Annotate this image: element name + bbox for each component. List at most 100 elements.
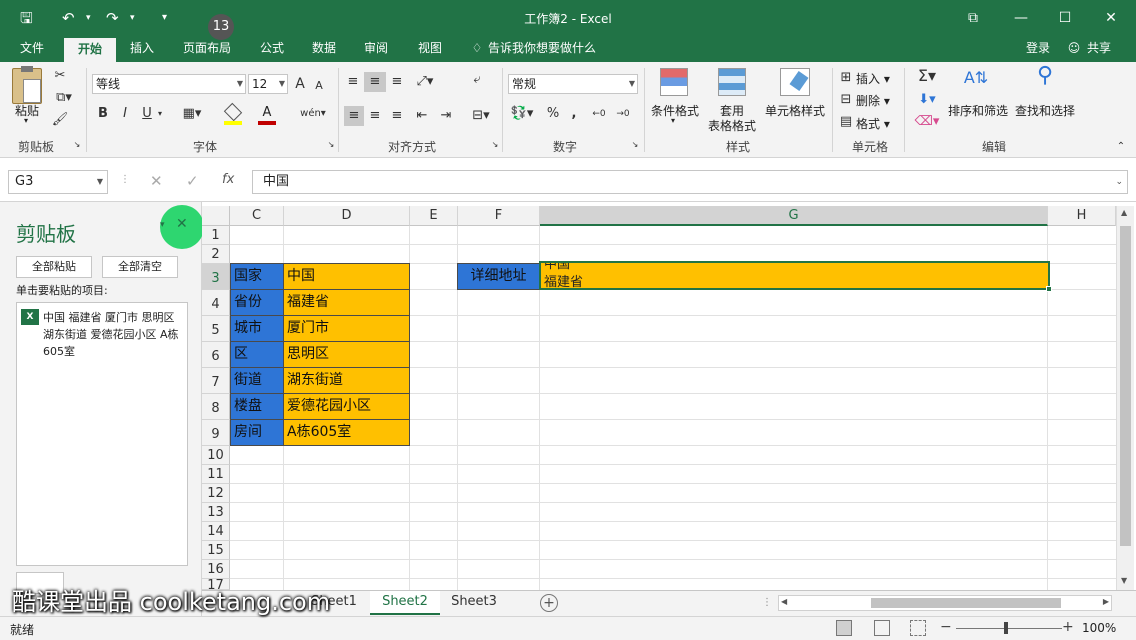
delete-cells-button[interactable]: 删除 ▾: [856, 92, 900, 109]
sheet-tab-sheet2[interactable]: Sheet2: [370, 591, 440, 615]
copy-icon[interactable]: ⧉▾: [50, 88, 78, 108]
paste-icon[interactable]: [12, 66, 42, 104]
font-color-icon[interactable]: A: [258, 106, 276, 125]
fill-icon[interactable]: ⬇▾: [912, 90, 942, 110]
cell-c6[interactable]: 区: [230, 341, 284, 368]
zoom-slider-thumb[interactable]: [1004, 622, 1008, 634]
number-launcher-icon[interactable]: ↘: [630, 140, 640, 150]
decrease-decimal-icon[interactable]: →0: [612, 104, 634, 124]
worksheet-grid[interactable]: C D E F G H 1 2 3 4 5 6 7 8 9 10 11 12 1…: [202, 202, 1136, 590]
row-header[interactable]: 12: [202, 484, 230, 503]
cell-g3[interactable]: 中国 福建省: [539, 261, 1050, 290]
normal-view-icon[interactable]: [836, 620, 852, 636]
cell-d4[interactable]: 福建省: [283, 289, 410, 316]
scroll-down-icon[interactable]: ▼: [1121, 576, 1127, 585]
zoom-slider-track[interactable]: [956, 628, 1062, 629]
find-select-button[interactable]: 查找和选择: [1012, 102, 1078, 119]
tab-formulas[interactable]: 公式: [250, 36, 294, 62]
wrap-text-icon[interactable]: ⤶: [466, 70, 488, 90]
percent-button[interactable]: %: [544, 104, 562, 124]
zoom-level[interactable]: 100%: [1082, 621, 1116, 635]
row-header[interactable]: 6: [202, 342, 230, 368]
accounting-format-icon[interactable]: 💱▾: [508, 104, 536, 124]
cell-c3[interactable]: 国家: [230, 263, 284, 290]
middle-align-icon[interactable]: ≡: [364, 72, 386, 92]
page-layout-view-icon[interactable]: [874, 620, 890, 636]
row-header[interactable]: 3: [202, 264, 230, 290]
fill-handle[interactable]: [1046, 286, 1052, 292]
insert-function-icon[interactable]: fx: [222, 172, 242, 187]
italic-button[interactable]: I: [116, 104, 134, 124]
row-header[interactable]: 9: [202, 420, 230, 446]
row-header[interactable]: 13: [202, 503, 230, 522]
tab-insert[interactable]: 插入: [120, 36, 164, 62]
autosum-icon[interactable]: Σ▾: [912, 66, 942, 86]
cell-c7[interactable]: 街道: [230, 367, 284, 394]
scroll-up-icon[interactable]: ▲: [1121, 208, 1127, 217]
font-name-combo[interactable]: 等线 ▼: [92, 74, 246, 94]
row-header[interactable]: 4: [202, 290, 230, 316]
row-header[interactable]: 8: [202, 394, 230, 420]
horizontal-scrollbar[interactable]: ◀ ▶: [778, 595, 1112, 611]
formula-input[interactable]: 中国 ⌄: [252, 170, 1128, 194]
cell-c4[interactable]: 省份: [230, 289, 284, 316]
row-header[interactable]: 14: [202, 522, 230, 541]
horizontal-scroll-thumb[interactable]: [871, 598, 1061, 608]
bottom-align-icon[interactable]: ≡: [388, 72, 406, 92]
paste-dropdown-icon[interactable]: ▾: [16, 116, 36, 125]
cell-styles-button[interactable]: 单元格样式: [762, 102, 828, 119]
format-cells-button[interactable]: 格式 ▾: [856, 115, 900, 132]
zoom-in-icon[interactable]: +: [1062, 619, 1074, 635]
tab-view[interactable]: 视图: [408, 36, 452, 62]
format-painter-icon[interactable]: 🖌: [50, 110, 70, 130]
center-icon[interactable]: ≡: [366, 106, 384, 126]
cell-c9[interactable]: 房间: [230, 419, 284, 446]
orientation-icon[interactable]: ⤢▾: [412, 72, 438, 92]
cell-c8[interactable]: 楼盘: [230, 393, 284, 420]
cell-f3[interactable]: 详细地址: [457, 263, 540, 290]
row-header[interactable]: 10: [202, 446, 230, 465]
find-select-icon[interactable]: ⚲: [1030, 65, 1060, 87]
delete-cells-icon[interactable]: ⊟: [838, 90, 854, 110]
cell-d7[interactable]: 湖东街道: [283, 367, 410, 394]
maximize-button[interactable]: ☐: [1050, 6, 1080, 30]
shrink-font-icon[interactable]: A: [312, 76, 326, 96]
column-header-c[interactable]: C: [230, 206, 284, 226]
cell-d9[interactable]: A栋605室: [283, 419, 410, 446]
conditional-formatting-icon[interactable]: [660, 68, 688, 96]
clear-icon[interactable]: ⌫▾: [912, 112, 942, 132]
borders-icon[interactable]: ▦▾: [178, 104, 206, 124]
collapse-ribbon-icon[interactable]: ⌃: [1114, 140, 1128, 154]
sign-in-link[interactable]: 登录: [1020, 36, 1056, 62]
minimize-button[interactable]: —: [1006, 6, 1036, 30]
cell-d6[interactable]: 思明区: [283, 341, 410, 368]
row-header[interactable]: 16: [202, 560, 230, 579]
vertical-scroll-thumb[interactable]: [1120, 226, 1131, 546]
pane-options-icon[interactable]: ▾: [160, 220, 170, 230]
clear-all-button[interactable]: 全部清空: [102, 256, 178, 278]
merge-center-icon[interactable]: ⊟▾: [466, 106, 496, 126]
name-box[interactable]: G3 ▼: [8, 170, 108, 194]
insert-cells-button[interactable]: 插入 ▾: [856, 70, 900, 87]
bold-button[interactable]: B: [94, 104, 112, 124]
comma-style-icon[interactable]: ,: [566, 104, 582, 124]
align-right-icon[interactable]: ≡: [388, 106, 406, 126]
column-header-g[interactable]: G: [540, 206, 1048, 226]
column-header-h[interactable]: H: [1048, 206, 1116, 226]
row-header[interactable]: 7: [202, 368, 230, 394]
enter-icon[interactable]: ✓: [186, 172, 202, 190]
decrease-indent-icon[interactable]: ⇤: [412, 106, 432, 126]
select-all-corner[interactable]: [202, 206, 230, 226]
column-header-d[interactable]: D: [284, 206, 410, 226]
row-header[interactable]: 1: [202, 226, 230, 245]
close-button[interactable]: ✕: [1096, 6, 1126, 30]
font-launcher-icon[interactable]: ↘: [326, 140, 336, 150]
cell-d8[interactable]: 爱德花园小区: [283, 393, 410, 420]
paste-all-button[interactable]: 全部粘贴: [16, 256, 92, 278]
tab-file[interactable]: 文件: [10, 36, 54, 62]
cond-dropdown-icon[interactable]: ▾: [666, 116, 680, 125]
increase-indent-icon[interactable]: ⇥: [436, 106, 456, 126]
tab-home[interactable]: 开始: [64, 38, 116, 62]
sheet-tab-sheet3[interactable]: Sheet3: [440, 591, 508, 615]
cell-styles-icon[interactable]: [780, 68, 810, 96]
